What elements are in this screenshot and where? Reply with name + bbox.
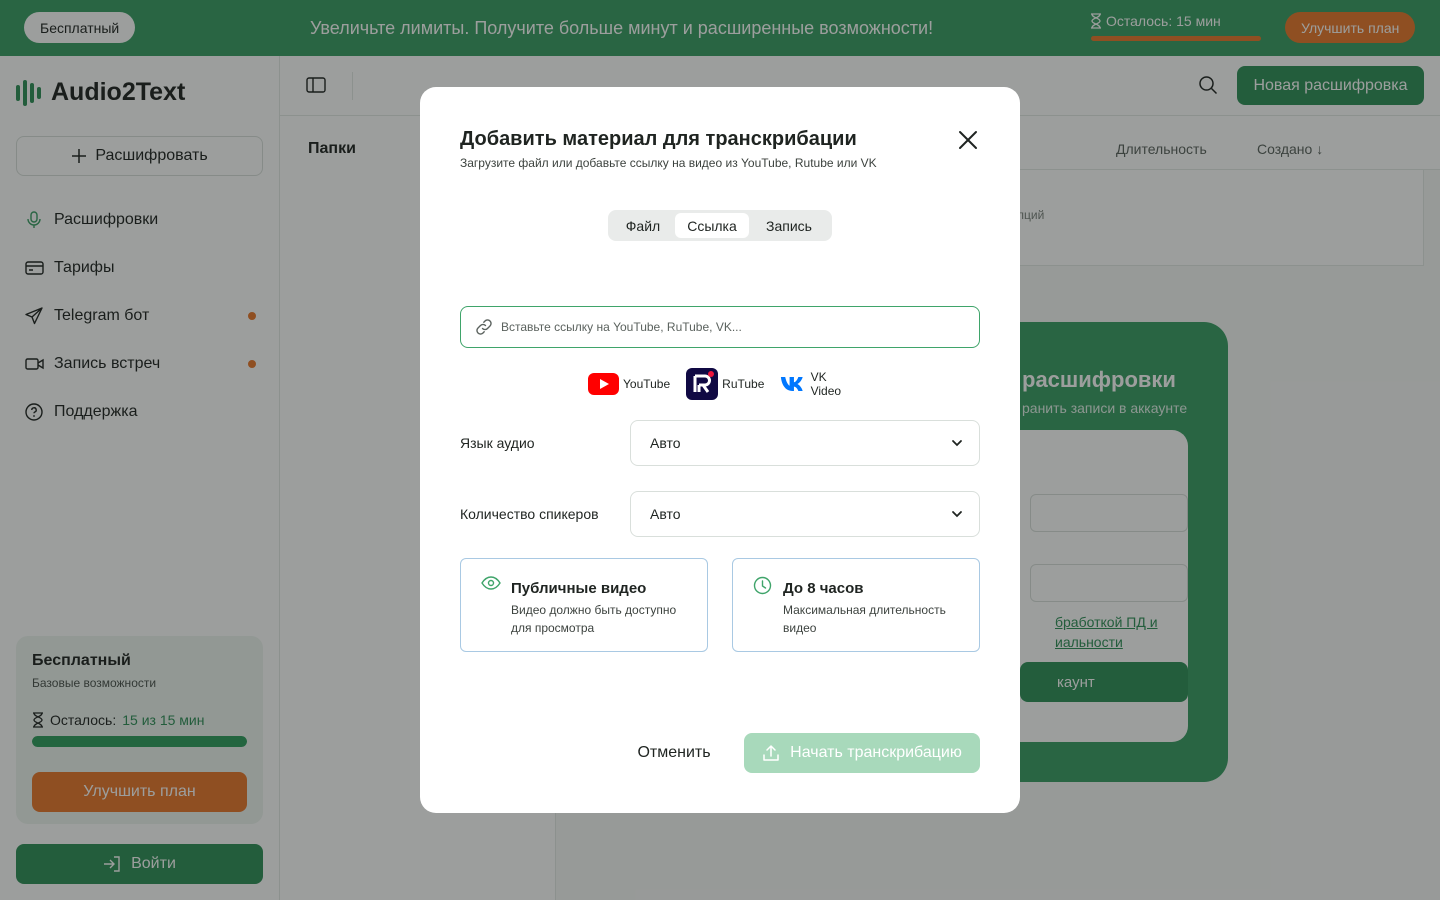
source-tabs: Файл Ссылка Запись <box>608 210 832 241</box>
tab-link[interactable]: Ссылка <box>675 213 749 238</box>
info-card-duration: До 8 часов Максимальная длительность вид… <box>732 558 980 652</box>
platform-vk: VK Video <box>780 370 854 398</box>
info-card-public: Публичные видео Видео должно быть доступ… <box>460 558 708 652</box>
platform-rutube: RuTube <box>686 368 764 400</box>
language-value: Авто <box>650 435 681 451</box>
info-card-desc: Видео должно быть доступно для просмотра <box>511 603 677 635</box>
platform-youtube: YouTube <box>588 373 670 395</box>
close-icon[interactable] <box>957 129 979 151</box>
info-card-desc: Максимальная длительность видео <box>783 603 946 635</box>
cancel-button[interactable]: Отменить <box>622 733 726 773</box>
chevron-down-icon <box>952 440 962 447</box>
info-card-title: До 8 часов <box>783 580 864 597</box>
youtube-icon <box>588 373 619 395</box>
chevron-down-icon <box>952 511 962 518</box>
upload-icon <box>763 745 779 761</box>
speakers-label: Количество спикеров <box>460 506 599 522</box>
speakers-select[interactable]: Авто <box>630 491 980 537</box>
modal-title: Добавить материал для транскрибации <box>460 128 857 150</box>
eye-icon <box>481 576 501 590</box>
vk-icon <box>781 377 804 391</box>
start-transcription-button[interactable]: Начать транскрибацию <box>744 733 980 773</box>
platform-label: RuTube <box>722 377 765 391</box>
clock-icon <box>753 576 772 595</box>
info-card-title: Публичные видео <box>511 580 647 597</box>
modal-subtitle: Загрузите файл или добавьте ссылку на ви… <box>460 156 877 170</box>
link-icon <box>476 319 492 335</box>
add-material-modal: Добавить материал для транскрибации Загр… <box>420 87 1020 813</box>
supported-platforms: YouTube RuTube VK Video <box>588 368 854 400</box>
language-label: Язык аудио <box>460 435 535 451</box>
tab-record[interactable]: Запись <box>749 213 829 238</box>
url-field <box>460 306 980 348</box>
url-input[interactable] <box>501 320 979 334</box>
platform-label: VK Video <box>810 370 842 398</box>
start-transcription-label: Начать транскрибацию <box>790 744 962 761</box>
platform-label: YouTube <box>623 377 671 391</box>
speakers-value: Авто <box>650 506 681 522</box>
tab-file[interactable]: Файл <box>611 213 675 238</box>
language-select[interactable]: Авто <box>630 420 980 466</box>
rutube-icon <box>686 368 719 400</box>
